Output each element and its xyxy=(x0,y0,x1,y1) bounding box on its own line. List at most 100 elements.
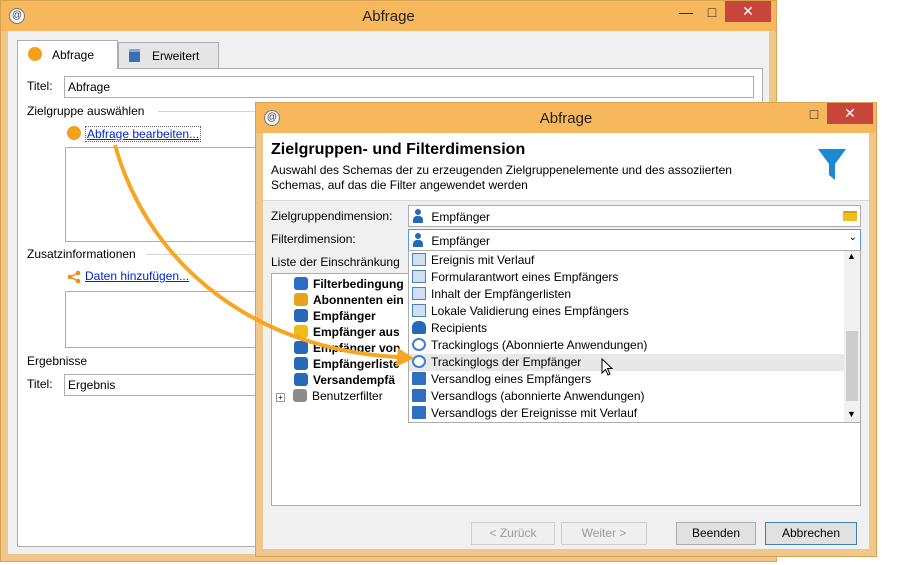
scroll-up-icon[interactable]: ▲ xyxy=(847,251,856,261)
edit-query-link[interactable]: Abfrage bearbeiten... xyxy=(85,126,202,142)
tree-item[interactable]: Abonnenten ein xyxy=(276,293,404,309)
dropdown-item[interactable]: Versandlog eines Empfängers xyxy=(409,371,844,388)
tree-item[interactable]: Empfängerliste xyxy=(276,357,400,373)
tree-item[interactable]: Empfänger von xyxy=(276,341,400,357)
folder-icon xyxy=(294,325,308,338)
close-icon[interactable]: ✕ xyxy=(827,103,873,124)
recipient-icon xyxy=(412,233,424,247)
dialog-description-line2: Schemas, auf das die Filter angewendet w… xyxy=(271,178,528,192)
envelope-icon xyxy=(412,389,426,402)
ergebnisse-section-label: Ergebnisse xyxy=(27,354,88,368)
dialog-title: Abfrage xyxy=(539,110,593,127)
dropdown-item[interactable]: Versandlogs der Ereignisse mit Verlauf xyxy=(409,405,844,422)
recipient-icon xyxy=(412,209,424,223)
clipboard-icon xyxy=(129,49,140,62)
main-titlebar[interactable]: @ Abfrage — □ ✕ xyxy=(1,1,776,31)
tree-item-label: Empfänger xyxy=(313,309,376,323)
zusatz-section-label: Zusatzinformationen xyxy=(27,247,136,261)
dropdown-item[interactable]: Ereignis mit Verlauf xyxy=(409,252,844,269)
dropdown-item-label: Formularantwort eines Empfängers xyxy=(431,270,619,284)
tree-item-label: Empfänger von xyxy=(313,341,401,355)
target-dimension-label: Zielgruppendimension: xyxy=(271,209,393,223)
dropdown-item-label: Inhalt der Empfängerlisten xyxy=(431,287,572,301)
subscribers-icon xyxy=(294,293,308,306)
envelope-icon xyxy=(412,406,426,419)
scrollbar-thumb[interactable] xyxy=(846,331,858,401)
titel-label: Titel: xyxy=(27,79,53,93)
envelope-icon xyxy=(294,373,308,386)
filter-dimension-value: Empfänger xyxy=(431,234,491,248)
tree-item[interactable]: Empfänger xyxy=(276,309,376,325)
window-title: Abfrage xyxy=(362,8,415,25)
tree-item[interactable]: + Benutzerfilter xyxy=(276,389,383,405)
back-button[interactable]: < Zurück xyxy=(471,522,555,545)
tab-label: Abfrage xyxy=(52,48,95,62)
chevron-down-icon[interactable]: ⌄ xyxy=(849,232,857,243)
dialog-description-line1: Auswahl des Schemas der zu erzeugenden Z… xyxy=(271,163,732,177)
filter-dimension-dropdown: Ereignis mit Verlauf Formularantwort eine… xyxy=(408,250,861,423)
zielgruppe-section-label: Zielgruppe auswählen xyxy=(27,104,145,118)
titel-input[interactable]: Abfrage xyxy=(64,76,754,98)
recipient-icon xyxy=(294,309,308,322)
target-dimension-value: Empfänger xyxy=(431,210,491,224)
tree-item-label: Empfängerliste xyxy=(313,357,400,371)
next-button[interactable]: Weiter > xyxy=(561,522,647,545)
filter-conditions-icon xyxy=(294,277,308,290)
orange-circle-icon xyxy=(28,47,42,61)
dropdown-item[interactable]: Lokale Validierung eines Empfängers xyxy=(409,303,844,320)
lifebuoy-icon xyxy=(294,341,308,354)
cancel-button[interactable]: Abbrechen xyxy=(765,522,857,545)
folder-icon[interactable] xyxy=(843,211,857,221)
maximize-icon[interactable]: □ xyxy=(699,3,725,23)
expand-icon[interactable]: + xyxy=(276,393,285,402)
dropdown-scrollbar[interactable]: ▲ ▼ xyxy=(844,251,860,422)
maximize-icon[interactable]: □ xyxy=(801,105,827,125)
document-icon xyxy=(412,253,426,266)
dialog-heading: Zielgruppen- und Filterdimension xyxy=(271,141,526,158)
filter-dimension-label: Filterdimension: xyxy=(271,232,356,246)
recipient-icon xyxy=(412,321,426,334)
envelope-icon xyxy=(412,372,426,385)
dropdown-item-label: Lokale Validierung eines Empfängers xyxy=(431,304,629,318)
dialog-client-area: Zielgruppen- und Filterdimension Auswahl… xyxy=(263,133,869,549)
dropdown-item[interactable]: Trackinglogs der Empfänger xyxy=(409,354,844,376)
result-title-input[interactable]: Ergebnis xyxy=(64,374,264,396)
funnel-icon xyxy=(293,389,307,402)
filter-funnel-icon xyxy=(817,147,847,186)
dropdown-item[interactable]: Recipients xyxy=(409,320,844,337)
dropdown-item-label: Versandlog eines Empfängers xyxy=(431,372,592,386)
dropdown-item[interactable]: Formularantwort eines Empfängers xyxy=(409,269,844,286)
form-response-icon xyxy=(412,270,426,283)
document-icon xyxy=(412,304,426,317)
orange-circle-icon xyxy=(67,126,81,140)
restrictions-label: Liste der Einschränkung xyxy=(271,255,400,269)
tree-item-label: Abonnenten ein xyxy=(313,293,404,307)
dropdown-item[interactable]: Versandlogs (abonnierte Anwendungen) xyxy=(409,388,844,405)
target-dimension-field[interactable]: Empfänger xyxy=(408,205,861,227)
additional-data-area xyxy=(65,291,265,348)
tab-label: Erweitert xyxy=(152,49,200,63)
tree-item-label: Benutzerfilter xyxy=(312,389,383,403)
scroll-down-icon[interactable]: ▼ xyxy=(847,409,856,419)
tree-item[interactable]: Filterbedingung xyxy=(276,277,404,293)
tab-abfrage[interactable]: Abfrage xyxy=(17,40,118,69)
tab-erweitert[interactable]: Erweitert xyxy=(118,42,219,69)
tree-item-label: Versandempfä xyxy=(313,373,396,387)
finish-button[interactable]: Beenden xyxy=(676,522,756,545)
close-icon[interactable]: ✕ xyxy=(725,1,771,22)
tree-item[interactable]: Empfänger aus xyxy=(276,325,400,341)
dropdown-item[interactable]: Trackinglogs (Abonnierte Anwendungen) xyxy=(409,337,844,354)
tree-item[interactable]: Versandempfä xyxy=(276,373,395,389)
dimension-dialog: @ Abfrage □ ✕ Zielgruppen- und Filterdim… xyxy=(255,102,877,557)
dropdown-item[interactable]: Inhalt der Empfängerlisten xyxy=(409,286,844,303)
dialog-titlebar[interactable]: @ Abfrage □ ✕ xyxy=(256,103,876,133)
dropdown-item-label: Ereignis mit Verlauf xyxy=(431,253,535,267)
dialog-header: Zielgruppen- und Filterdimension Auswahl… xyxy=(263,133,869,201)
dropdown-item-label: Versandlogs der Ereignisse mit Verlauf xyxy=(431,406,638,420)
tree-item-label: Filterbedingung xyxy=(313,277,404,291)
dropdown-item-label: Versandlogs (abonnierte Anwendungen) xyxy=(431,389,645,403)
minimize-icon[interactable]: — xyxy=(673,3,699,23)
add-data-link[interactable]: Daten hinzufügen... xyxy=(85,269,189,283)
filter-dimension-select[interactable]: Empfänger ⌄ xyxy=(408,229,861,251)
dropdown-item-label: Trackinglogs (Abonnierte Anwendungen) xyxy=(431,338,648,352)
